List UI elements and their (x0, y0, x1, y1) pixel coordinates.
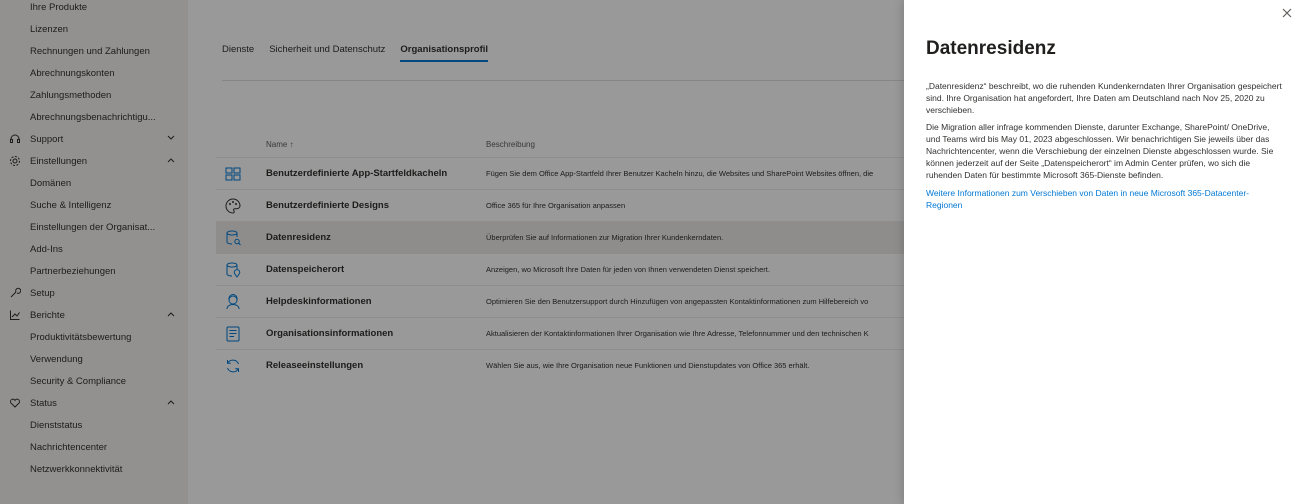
sidebar-item-8[interactable]: Domänen (0, 172, 188, 194)
sidebar-item-label: Support (30, 133, 64, 145)
tab-sicherheit-datenschutz[interactable]: Sicherheit und Datenschutz (269, 38, 385, 60)
sidebar-item-label: Einstellungen der Organisat... (30, 221, 156, 233)
sidebar-item-label: Produktivitätsbewertung (30, 331, 132, 343)
sidebar-item-17[interactable]: Security & Compliance (0, 370, 188, 392)
refresh-icon (224, 357, 242, 375)
org-info-icon (224, 325, 242, 343)
sidebar-item-20[interactable]: Nachrichtencenter (0, 436, 188, 458)
left-navigation: Ihre Produkte Lizenzen Rechnungen und Zahl… (0, 0, 188, 504)
row-description: Überprüfen Sie auf Informationen zur Mig… (486, 233, 724, 242)
sidebar-item-7[interactable]: Einstellungen (0, 150, 188, 172)
tabs-divider (222, 80, 904, 81)
panel-body: „Datenresidenz“ beschreibt, wo die ruhen… (926, 80, 1284, 211)
table-row[interactable]: Benutzerdefinierte App-Startfeldkacheln F… (216, 157, 904, 189)
sidebar-item-label: Suche & Intelligenz (30, 199, 112, 211)
column-header-name[interactable]: Name ↑ (266, 140, 294, 149)
chevron-down-icon[interactable] (166, 133, 176, 143)
close-icon[interactable] (1280, 6, 1294, 20)
database-location-icon (224, 261, 242, 279)
sidebar-item-19[interactable]: Dienststatus (0, 414, 188, 436)
sidebar-item-label: Lizenzen (30, 23, 69, 35)
sidebar-item-label: Einstellungen (30, 155, 88, 167)
gear-icon (8, 154, 22, 168)
sidebar-item-14[interactable]: Berichte (0, 304, 188, 326)
sidebar-item-label: Add-Ins (30, 243, 63, 255)
sidebar-item-11[interactable]: Add-Ins (0, 238, 188, 260)
palette-icon (224, 197, 242, 215)
sidebar-item-13[interactable]: Setup (0, 282, 188, 304)
main-content: Dienste Sicherheit und Datenschutz Organ… (188, 0, 904, 504)
sidebar-item-label: Rechnungen und Zahlungen (30, 45, 150, 57)
sidebar-item-18[interactable]: Status (0, 392, 188, 414)
sidebar-item-4[interactable]: Zahlungsmethoden (0, 84, 188, 106)
row-description: Wählen Sie aus, wie Ihre Organisation ne… (486, 361, 810, 370)
table-row[interactable]: Datenresidenz Überprüfen Sie auf Informat… (216, 221, 904, 253)
row-description: Office 365 für Ihre Organisation anpasse… (486, 201, 626, 210)
panel-title: Datenresidenz (926, 38, 1056, 59)
sidebar-item-5[interactable]: Abrechnungsbenachrichtigu... (0, 106, 188, 128)
row-name[interactable]: Datenresidenz (266, 232, 331, 243)
table-row[interactable]: Benutzerdefinierte Designs Office 365 für… (216, 189, 904, 221)
sidebar-item-16[interactable]: Verwendung (0, 348, 188, 370)
row-name[interactable]: Organisationsinformationen (266, 328, 393, 339)
row-name[interactable]: Releaseeinstellungen (266, 360, 363, 371)
row-description: Anzeigen, wo Microsoft Ihre Daten für je… (486, 265, 770, 274)
chevron-up-icon[interactable] (166, 155, 176, 165)
row-name[interactable]: Helpdeskinformationen (266, 296, 372, 307)
chevron-up-icon[interactable] (166, 309, 176, 319)
settings-tabs: Dienste Sicherheit und Datenschutz Organ… (222, 38, 488, 62)
heart-icon (8, 396, 22, 410)
panel-paragraph-2: Die Migration aller infrage kommenden Di… (926, 122, 1274, 180)
learn-more-link[interactable]: Weitere Informationen zum Verschieben vo… (926, 187, 1284, 211)
table-row[interactable]: Datenspeicherort Anzeigen, wo Microsoft I… (216, 253, 904, 285)
sidebar-item-label: Abrechnungskonten (30, 67, 115, 79)
row-name[interactable]: Benutzerdefinierte Designs (266, 200, 389, 211)
tab-dienste[interactable]: Dienste (222, 38, 254, 60)
sidebar-item-label: Zahlungsmethoden (30, 89, 112, 101)
chevron-up-icon[interactable] (166, 397, 176, 407)
table-row[interactable]: Helpdeskinformationen Optimieren Sie den … (216, 285, 904, 317)
sidebar-item-label: Ihre Produkte (30, 1, 88, 13)
sidebar-item-label: Verwendung (30, 353, 83, 365)
chart-icon (8, 308, 22, 322)
sidebar-item-label: Netzwerkkonnektivität (30, 463, 123, 475)
sidebar-item-label: Berichte (30, 309, 65, 321)
sidebar-item-0[interactable]: Ihre Produkte (0, 0, 188, 18)
sidebar-item-1[interactable]: Lizenzen (0, 18, 188, 40)
helpdesk-icon (224, 293, 242, 311)
sidebar-item-3[interactable]: Abrechnungskonten (0, 62, 188, 84)
sidebar-item-10[interactable]: Einstellungen der Organisat... (0, 216, 188, 238)
sidebar-item-label: Setup (30, 287, 55, 299)
details-panel: Datenresidenz „Datenresidenz“ beschreibt… (904, 0, 1300, 504)
column-header-description: Beschreibung (486, 140, 535, 149)
row-name[interactable]: Datenspeicherort (266, 264, 344, 275)
tab-organisationsprofil[interactable]: Organisationsprofil (400, 38, 488, 62)
row-description: Optimieren Sie den Benutzersupport durch… (486, 297, 869, 306)
sidebar-item-label: Abrechnungsbenachrichtigu... (30, 111, 156, 123)
sidebar-item-12[interactable]: Partnerbeziehungen (0, 260, 188, 282)
sidebar-item-label: Status (30, 397, 57, 409)
sidebar-item-label: Partnerbeziehungen (30, 265, 116, 277)
headset-icon (8, 132, 22, 146)
sidebar-item-label: Security & Compliance (30, 375, 127, 387)
sidebar-item-6[interactable]: Support (0, 128, 188, 150)
sidebar-item-21[interactable]: Netzwerkkonnektivität (0, 458, 188, 480)
table-row[interactable]: Releaseeinstellungen Wählen Sie aus, wie … (216, 349, 904, 381)
sidebar-item-label: Nachrichtencenter (30, 441, 108, 453)
row-name[interactable]: Benutzerdefinierte App-Startfeldkacheln (266, 168, 447, 179)
panel-paragraph-1: „Datenresidenz“ beschreibt, wo die ruhen… (926, 81, 1282, 115)
sidebar-item-label: Domänen (30, 177, 72, 189)
row-description: Fügen Sie dem Office App-Startfeld Ihrer… (486, 169, 874, 178)
wrench-icon (8, 286, 22, 300)
row-description: Aktualisieren der Kontaktinformationen I… (486, 329, 869, 338)
table-row[interactable]: Organisationsinformationen Aktualisieren … (216, 317, 904, 349)
sidebar-item-15[interactable]: Produktivitätsbewertung (0, 326, 188, 348)
app-tiles-icon (224, 165, 242, 183)
table-header: Name ↑ Beschreibung (216, 135, 904, 155)
sidebar-item-2[interactable]: Rechnungen und Zahlungen (0, 40, 188, 62)
sidebar-item-9[interactable]: Suche & Intelligenz (0, 194, 188, 216)
database-search-icon (224, 229, 242, 247)
sidebar-item-label: Dienststatus (30, 419, 83, 431)
